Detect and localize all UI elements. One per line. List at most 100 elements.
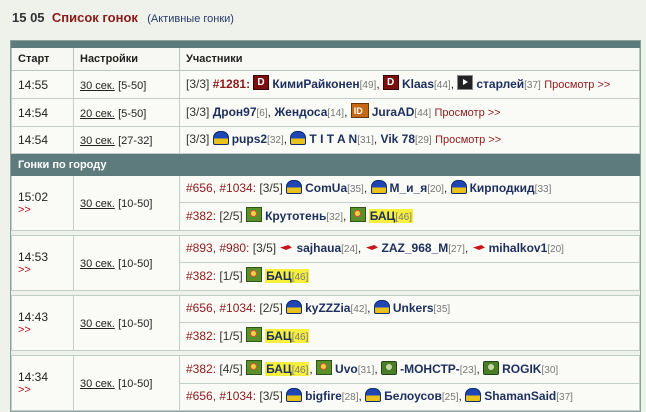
race-range: [5-50]	[118, 79, 147, 92]
player-name[interactable]: БАЦ	[370, 209, 396, 223]
player-name[interactable]: sajhaua	[296, 241, 341, 255]
player-name[interactable]: КимиРайконен	[272, 77, 359, 91]
bird-icon	[365, 242, 379, 254]
helmet-icon	[365, 388, 382, 402]
veteran-icon	[457, 75, 474, 90]
player-level: [32]	[326, 212, 344, 223]
player-level: [44]	[434, 80, 451, 91]
column-header-players: Участники	[179, 48, 640, 71]
flower-icon	[246, 207, 263, 222]
race-start-cell: 14:34 >>	[11, 355, 74, 411]
player-name[interactable]: Жендоса	[274, 105, 327, 119]
id-icon	[350, 103, 369, 119]
player-level: [42]	[350, 304, 368, 315]
race-start-cell: 14:43 >>	[11, 295, 74, 351]
flower-icon	[349, 207, 366, 222]
table-row: 14:43 >> 30 сек. [10-50] #656, #1034: [2/5]…	[11, 295, 640, 351]
race-participants: #382: [1/5] БАЦ[46]	[179, 262, 640, 291]
player-name[interactable]: старлей	[476, 77, 524, 91]
dark-icon	[382, 75, 399, 91]
participants-line: #656, #1034: [3/5] bigfire[28], Белоусов…	[186, 388, 573, 403]
player-name[interactable]: -МОНСТР-	[400, 362, 460, 376]
participants-line: #382: [1/5] БАЦ[46]	[186, 323, 639, 350]
team-ids[interactable]: #382:	[186, 362, 216, 376]
player-name[interactable]: Крутотень	[265, 209, 326, 223]
helmet-icon	[286, 388, 303, 402]
race-open-link[interactable]: >>	[18, 204, 73, 216]
team-ids[interactable]: #382:	[186, 209, 216, 223]
race-duration-link[interactable]: 30 сек.	[80, 135, 115, 147]
player-name[interactable]: pups2	[232, 132, 267, 146]
race-duration-link[interactable]: 20 сек.	[80, 108, 115, 120]
race-duration-link[interactable]: 30 сек.	[80, 198, 115, 210]
face-icon	[381, 361, 398, 375]
race-open-link[interactable]: >>	[18, 324, 73, 336]
team-ids[interactable]: #656, #1034:	[186, 301, 256, 315]
player-name[interactable]: ComUa	[305, 181, 347, 195]
race-count: [2/5]	[219, 209, 243, 223]
race-start-cell: 15:02 >>	[11, 175, 74, 231]
player-level: [35]	[347, 184, 364, 195]
player-name[interactable]: Unkers	[393, 301, 434, 315]
player-name[interactable]: БАЦ	[266, 329, 292, 343]
player-level: [46]	[291, 365, 309, 376]
participants-line: #893, #980: [3/5] sajhaua[24], ZAZ_968_M…	[186, 241, 564, 255]
race-start-time: 14:54	[11, 98, 74, 127]
races-table-wrapper: Старт Настройки Участники 14:55 30 сек. […	[10, 40, 641, 412]
player-name[interactable]: БАЦ	[266, 269, 292, 283]
player-level: [27]	[448, 244, 465, 255]
race-settings: 30 сек. [10-50]	[73, 235, 180, 291]
race-duration-link[interactable]: 30 сек.	[80, 258, 115, 270]
player-name[interactable]: JuraAD	[372, 105, 415, 119]
player-name[interactable]: М_и_я	[390, 181, 428, 195]
race-participants: #382: [1/5] БАЦ[46]	[179, 322, 640, 351]
race-participants: #382: [4/5] БАЦ[46], Uvo[31], -МОНСТР-[2…	[179, 355, 640, 384]
race-open-link[interactable]: >>	[18, 264, 73, 276]
race-duration-link[interactable]: 30 сек.	[80, 378, 115, 390]
race-start-time: 14:43	[18, 310, 49, 324]
race-start-time: 14:34	[18, 370, 49, 384]
helmet-icon	[465, 388, 482, 402]
team-ids[interactable]: #382:	[186, 269, 216, 283]
race-range: [10-50]	[118, 258, 153, 270]
view-link[interactable]: Просмотр >>	[435, 134, 501, 146]
player-name[interactable]: Uvo	[335, 362, 358, 376]
player-name[interactable]: Vik 78	[381, 132, 415, 146]
player-name[interactable]: mihalkov1	[489, 241, 548, 255]
player-name[interactable]: БАЦ	[266, 362, 292, 376]
helmet-icon	[450, 180, 467, 194]
bird-icon	[279, 242, 293, 254]
race-id[interactable]: #1281:	[213, 77, 250, 91]
player-name[interactable]: ZAZ_968_M	[382, 241, 449, 255]
view-link[interactable]: Просмотр >>	[434, 107, 500, 119]
race-duration-link[interactable]: 30 сек.	[80, 80, 115, 92]
highlighted-player: БАЦ[46]	[265, 362, 310, 376]
player-name[interactable]: Кирподкид	[470, 181, 535, 195]
team-ids[interactable]: #893, #980:	[186, 241, 249, 255]
flower-icon	[246, 360, 263, 375]
player-name[interactable]: ROGIK	[502, 362, 541, 376]
player-name[interactable]: Klaas	[402, 77, 434, 91]
player-name[interactable]: T I T A N	[309, 132, 357, 146]
player-name[interactable]: kyZZZia	[305, 301, 350, 315]
page-header: 15 05 Список гонок (Активные гонки)	[12, 10, 234, 25]
race-settings: 30 сек. [10-50]	[73, 295, 180, 351]
race-count: [1/5]	[219, 269, 243, 283]
column-header-settings: Настройки	[73, 48, 180, 71]
table-row: 14:54 30 сек. [27-32] [3/3] pups2[32], T I…	[11, 126, 640, 154]
race-count: [3/3]	[186, 132, 210, 146]
race-count: [2/5]	[259, 301, 283, 315]
races-table: Старт Настройки Участники 14:55 30 сек. […	[11, 48, 640, 411]
view-link[interactable]: Просмотр >>	[544, 79, 610, 91]
team-ids[interactable]: #382:	[186, 329, 216, 343]
player-level: [23]	[459, 365, 477, 376]
team-ids[interactable]: #656, #1034:	[186, 181, 256, 195]
race-open-link[interactable]: >>	[18, 384, 73, 396]
helmet-icon	[373, 300, 390, 314]
helmet-icon	[212, 131, 229, 145]
player-level: [33]	[534, 184, 552, 195]
race-duration-link[interactable]: 30 сек.	[80, 318, 115, 330]
player-name[interactable]: Дрон97	[213, 105, 257, 119]
player-level: [20]	[427, 184, 444, 195]
player-level: [14]	[327, 108, 345, 119]
